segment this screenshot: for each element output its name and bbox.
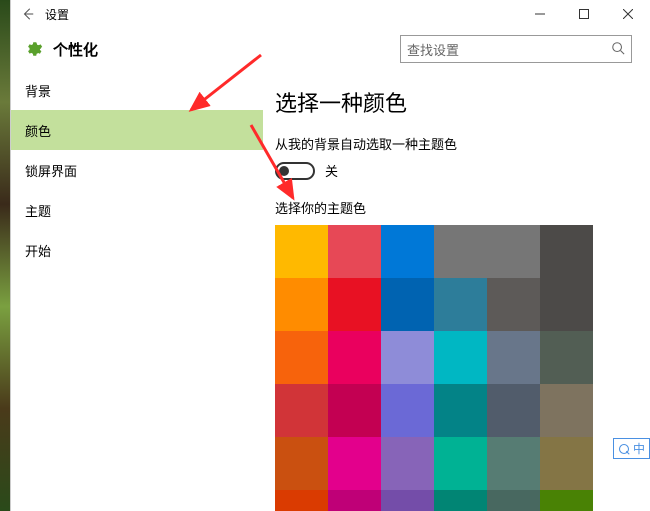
color-swatch[interactable] (328, 384, 381, 437)
color-swatch[interactable] (275, 225, 328, 278)
sidebar-item-0[interactable]: 背景 (11, 70, 263, 110)
gear-icon (25, 40, 43, 58)
color-swatch[interactable] (381, 384, 434, 437)
color-swatch[interactable] (328, 331, 381, 384)
ime-icon (618, 443, 630, 455)
maximize-button[interactable] (562, 0, 606, 28)
ime-indicator[interactable]: 中 (613, 438, 650, 459)
page-title: 个性化 (53, 39, 98, 60)
color-swatch[interactable] (434, 384, 487, 437)
color-swatch[interactable] (487, 225, 540, 278)
search-icon (611, 41, 625, 58)
titlebar: 设置 (11, 0, 650, 28)
color-swatch[interactable] (540, 437, 593, 490)
color-swatch[interactable] (275, 331, 328, 384)
color-swatch[interactable] (381, 437, 434, 490)
back-button[interactable] (11, 0, 45, 28)
color-swatch[interactable] (381, 278, 434, 331)
color-swatch[interactable] (487, 437, 540, 490)
body: 背景颜色锁屏界面主题开始 选择一种颜色 从我的背景自动选取一种主题色 关 选择你… (11, 70, 650, 511)
color-swatch-grid (275, 225, 650, 511)
settings-window: 设置 个性化 查找设置 背景颜色锁屏界面主 (10, 0, 650, 511)
close-icon (623, 9, 633, 19)
window-title: 设置 (45, 6, 69, 23)
back-arrow-icon (21, 7, 35, 21)
color-swatch[interactable] (540, 225, 593, 278)
maximize-icon (579, 9, 589, 19)
auto-pick-toggle[interactable] (275, 162, 315, 180)
color-swatch[interactable] (487, 331, 540, 384)
color-swatch[interactable] (434, 331, 487, 384)
color-swatch[interactable] (328, 490, 381, 511)
color-swatch[interactable] (434, 225, 487, 278)
desktop-peek-strip (0, 0, 10, 511)
color-swatch[interactable] (381, 225, 434, 278)
color-swatch[interactable] (540, 331, 593, 384)
color-swatch[interactable] (434, 437, 487, 490)
toggle-state-label: 关 (325, 161, 338, 180)
color-swatch[interactable] (275, 278, 328, 331)
content: 选择一种颜色 从我的背景自动选取一种主题色 关 选择你的主题色 (263, 70, 650, 511)
pick-color-label: 选择你的主题色 (275, 198, 650, 217)
sidebar-item-2[interactable]: 锁屏界面 (11, 150, 263, 190)
color-swatch[interactable] (381, 490, 434, 511)
color-swatch[interactable] (275, 384, 328, 437)
color-swatch[interactable] (487, 384, 540, 437)
sidebar: 背景颜色锁屏界面主题开始 (11, 70, 263, 511)
sidebar-item-4[interactable]: 开始 (11, 230, 263, 270)
sidebar-item-label: 颜色 (25, 121, 51, 140)
color-swatch[interactable] (275, 437, 328, 490)
minimize-icon (535, 9, 545, 19)
minimize-button[interactable] (518, 0, 562, 28)
color-swatch[interactable] (434, 490, 487, 511)
search-input[interactable]: 查找设置 (400, 35, 632, 63)
close-button[interactable] (606, 0, 650, 28)
toggle-knob (279, 166, 289, 176)
sidebar-item-label: 背景 (25, 81, 51, 100)
color-swatch[interactable] (275, 490, 328, 511)
auto-pick-label: 从我的背景自动选取一种主题色 (275, 134, 650, 153)
color-swatch[interactable] (487, 490, 540, 511)
color-swatch[interactable] (540, 384, 593, 437)
color-swatch[interactable] (487, 278, 540, 331)
color-swatch[interactable] (381, 331, 434, 384)
sidebar-item-label: 主题 (25, 201, 51, 220)
color-swatch[interactable] (434, 278, 487, 331)
color-swatch[interactable] (328, 278, 381, 331)
sidebar-item-1[interactable]: 颜色 (11, 110, 263, 150)
ime-label: 中 (633, 440, 645, 457)
window-controls (518, 0, 650, 28)
sidebar-item-label: 开始 (25, 241, 51, 260)
sidebar-item-3[interactable]: 主题 (11, 190, 263, 230)
sidebar-item-label: 锁屏界面 (25, 161, 77, 180)
color-swatch[interactable] (328, 225, 381, 278)
color-swatch[interactable] (540, 490, 593, 511)
color-swatch[interactable] (540, 278, 593, 331)
search-placeholder: 查找设置 (407, 40, 459, 59)
header: 个性化 查找设置 (11, 28, 650, 70)
content-heading: 选择一种颜色 (275, 86, 650, 118)
color-swatch[interactable] (328, 437, 381, 490)
